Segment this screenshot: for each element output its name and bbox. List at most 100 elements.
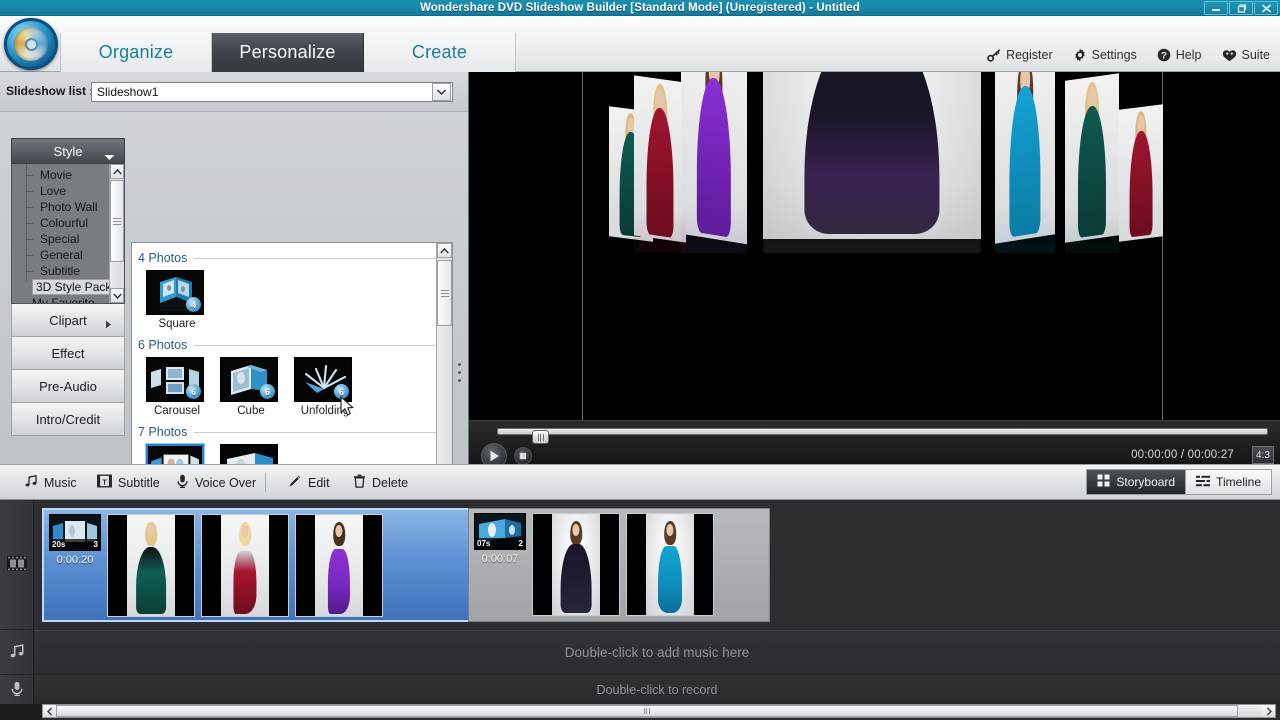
- style-panel: Style Movie Love Photo Wall Colourful Sp…: [0, 112, 468, 563]
- suite-icon: [1222, 49, 1237, 62]
- slideshow-select[interactable]: Slideshow1: [91, 82, 453, 102]
- style-thumbnail: 4: [146, 270, 204, 315]
- timeline-label: Timeline: [1216, 475, 1261, 489]
- category-button-pre-audio[interactable]: Pre-Audio: [11, 370, 125, 403]
- panel-splitter[interactable]: [456, 352, 463, 392]
- scroll-left-icon[interactable]: [43, 705, 56, 717]
- scroll-up-icon[interactable]: [437, 243, 452, 258]
- style-item-square[interactable]: 4 Square: [146, 270, 208, 330]
- preview-stage[interactable]: [469, 72, 1280, 420]
- main-tabs: Organize Personalize Create: [60, 33, 516, 72]
- caret-down-icon: [104, 149, 115, 164]
- stop-button[interactable]: [514, 447, 532, 465]
- storyboard-group-1[interactable]: 20s 3 0:00:20: [42, 508, 476, 622]
- carousel-reflection: [763, 182, 981, 253]
- video-track-button[interactable]: [0, 500, 33, 630]
- application-window: Wondershare DVD Slideshow Builder [Stand…: [0, 0, 1280, 720]
- storyboard-slide[interactable]: [532, 513, 620, 616]
- horizontal-scroll-track[interactable]: [56, 705, 1262, 717]
- music-hint-label: Double-click to add music here: [564, 645, 750, 660]
- style-tree-item-movie[interactable]: Movie: [12, 167, 124, 183]
- view-storyboard-button[interactable]: Storyboard: [1086, 469, 1186, 495]
- settings-button[interactable]: Settings: [1073, 48, 1137, 62]
- style-tree-item-3d-style-pack[interactable]: 3D Style Pack: [12, 279, 124, 295]
- delete-button[interactable]: Delete: [353, 474, 408, 491]
- style-tree-item-love[interactable]: Love: [12, 183, 124, 199]
- group-duration-badge: 07s: [477, 539, 491, 548]
- minimize-button[interactable]: [1204, 1, 1228, 15]
- register-button[interactable]: Register: [987, 48, 1053, 62]
- style-tree-item-subtitle[interactable]: Subtitle: [12, 263, 124, 279]
- horizontal-scroll-thumb[interactable]: [56, 705, 1238, 717]
- key-icon: [987, 48, 1001, 62]
- microphone-icon: [176, 474, 189, 491]
- carousel-reflection: [634, 210, 686, 253]
- tab-organize[interactable]: Organize: [60, 33, 212, 72]
- carousel-reflection: [681, 204, 747, 253]
- scroll-right-icon[interactable]: [1262, 705, 1275, 717]
- music-track-row[interactable]: Double-click to add music here: [34, 630, 1280, 675]
- style-tree-scrollbar[interactable]: [109, 164, 124, 303]
- style-category-header[interactable]: Style: [11, 138, 125, 164]
- music-track-button[interactable]: [0, 630, 33, 675]
- horizontal-scrollbar[interactable]: [42, 704, 1276, 718]
- style-tree-scroll-thumb[interactable]: [110, 180, 124, 262]
- slideshow-list-label: Slideshow list :: [6, 84, 94, 98]
- scroll-up-icon[interactable]: [110, 164, 124, 179]
- style-tree-item-special[interactable]: Special: [12, 231, 124, 247]
- scroll-down-icon[interactable]: [110, 288, 124, 303]
- restore-button[interactable]: [1229, 1, 1253, 15]
- seek-slider[interactable]: [497, 428, 1268, 444]
- storyboard-group-2[interactable]: 07s 2 0:00:07: [468, 508, 770, 622]
- player-controls: 00:00:00 / 00:00:27 4:3: [469, 420, 1280, 469]
- track-rail: [0, 500, 34, 720]
- style-name: Carousel: [153, 405, 201, 417]
- category-button-effect[interactable]: Effect: [11, 337, 125, 370]
- record-track-row[interactable]: Double-click to record: [34, 675, 1280, 705]
- carousel-panel-far-right: [1119, 104, 1163, 242]
- group-thumbnail: 07s 2: [474, 513, 526, 550]
- storyboard-slide[interactable]: [295, 514, 383, 617]
- caret-right-icon: [105, 317, 112, 332]
- music-button[interactable]: Music: [24, 474, 77, 491]
- style-thumbnail: 6: [146, 357, 204, 402]
- style-grid-scroll-thumb[interactable]: [437, 260, 452, 326]
- slide-photo: [220, 515, 270, 616]
- help-label: Help: [1175, 48, 1202, 62]
- view-timeline-button[interactable]: Timeline: [1185, 469, 1272, 495]
- tab-create[interactable]: Create: [364, 33, 516, 72]
- storyboard-slide[interactable]: [107, 514, 195, 617]
- close-button[interactable]: [1254, 1, 1278, 15]
- voice-track-button[interactable]: [0, 675, 33, 705]
- stop-icon: [519, 452, 527, 460]
- help-button[interactable]: ? Help: [1157, 48, 1202, 62]
- style-item-cube[interactable]: 6 Cube: [220, 357, 282, 417]
- suite-button[interactable]: Suite: [1222, 48, 1270, 62]
- chevron-down-icon[interactable]: [432, 83, 451, 101]
- seek-thumb[interactable]: [532, 430, 549, 444]
- storyboard-slide[interactable]: [626, 513, 714, 616]
- storyboard-slide[interactable]: [201, 514, 289, 617]
- category-button-intro-credit[interactable]: Intro/Credit: [11, 403, 125, 436]
- style-tree-item-colourful[interactable]: Colourful: [12, 215, 124, 231]
- record-hint-label: Double-click to record: [596, 682, 718, 697]
- style-tree-item-photo-wall[interactable]: Photo Wall: [12, 199, 124, 215]
- style-item-unfolding[interactable]: 6 Unfolding: [294, 357, 356, 417]
- group-rule: [194, 431, 446, 433]
- style-tree-item-my-favorite[interactable]: My Favorite: [12, 295, 124, 303]
- clipart-label: Clipart: [49, 312, 87, 328]
- edit-button[interactable]: Edit: [288, 474, 330, 491]
- style-item-carousel[interactable]: 6 Carousel: [146, 357, 208, 417]
- timeline-icon: [1196, 475, 1211, 490]
- register-label: Register: [1006, 48, 1053, 62]
- group-title: 4 Photos: [138, 251, 188, 265]
- window-controls: [1204, 1, 1278, 15]
- tab-personalize[interactable]: Personalize: [212, 33, 364, 72]
- music-note-icon: [9, 643, 25, 662]
- category-button-clipart[interactable]: Clipart: [11, 304, 125, 337]
- voice-over-button[interactable]: Voice Over: [176, 474, 256, 491]
- subtitle-button[interactable]: T Subtitle: [97, 474, 160, 491]
- style-tree-item-general[interactable]: General: [12, 247, 124, 263]
- aspect-ratio-button[interactable]: 4:3: [1252, 446, 1274, 464]
- photo-count-badge: 6: [186, 384, 201, 399]
